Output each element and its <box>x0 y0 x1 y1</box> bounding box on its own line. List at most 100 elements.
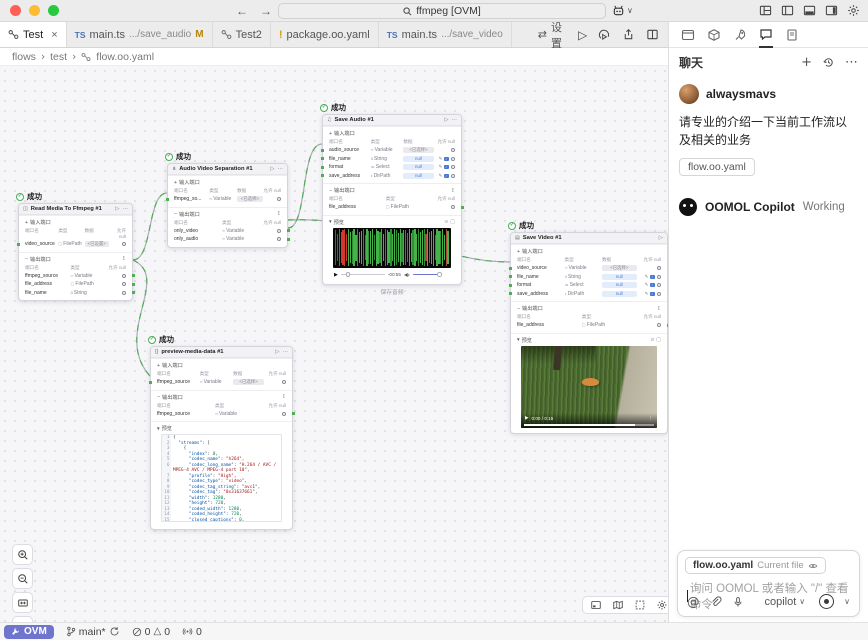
port-actions[interactable] <box>434 148 455 152</box>
edit-icon[interactable]: ✎ <box>439 164 443 170</box>
forward-icon[interactable]: → <box>260 4 272 18</box>
nullable-checkbox[interactable]: ✓ <box>444 165 448 169</box>
toggle-sidebar-icon[interactable] <box>781 4 794 17</box>
port-dot[interactable] <box>132 291 135 294</box>
edit-icon[interactable]: ✎ <box>645 282 649 288</box>
map-icon[interactable] <box>612 599 624 611</box>
problems-indicator[interactable]: 0 △ 0 <box>132 626 170 638</box>
attachment-chip[interactable]: flow.oo.yaml <box>679 158 755 176</box>
port-settings-icon[interactable] <box>451 165 455 169</box>
port-dot[interactable] <box>321 149 324 152</box>
flow-canvas[interactable]: ✓成功 ◫ Read Media To Ffmpeg #1 ▷⋯ +输入端口 端… <box>0 66 668 622</box>
seek-knob[interactable] <box>346 272 351 277</box>
tab-main-ts-save-audio[interactable]: TS main.ts .../save_audio M <box>67 22 213 47</box>
port-row[interactable]: audio_source∞Variable<已选择> <box>329 146 455 155</box>
expand-icon[interactable]: ▢ <box>656 337 661 343</box>
nullable-checkbox[interactable]: ✓ <box>650 283 654 287</box>
port-settings-icon[interactable] <box>451 148 455 152</box>
node-more-icon[interactable]: ⋯ <box>278 166 284 172</box>
port-row[interactable]: file_nameaStringnull✎✓ <box>329 155 455 164</box>
volume-icon[interactable] <box>404 272 410 278</box>
port-dot[interactable] <box>292 412 295 415</box>
settings-toggle[interactable]: ⇄ 设置 <box>538 22 562 47</box>
port-row[interactable]: ffmpeg_source∞Variable <box>25 272 126 281</box>
edit-icon[interactable]: ✎ <box>645 274 649 280</box>
port-dot[interactable] <box>132 283 135 286</box>
port-dot[interactable] <box>287 238 290 241</box>
port-dot[interactable] <box>509 284 512 287</box>
node-more-icon[interactable]: ⋯ <box>283 349 289 355</box>
split-editor-icon[interactable] <box>646 28 659 41</box>
port-dot[interactable] <box>509 275 512 278</box>
node-more-icon[interactable]: ⋯ <box>452 117 458 123</box>
port-dot[interactable] <box>17 243 20 246</box>
port-settings-icon[interactable] <box>657 275 661 279</box>
node-more-icon[interactable]: ⋯ <box>123 206 129 212</box>
node-run-icon[interactable]: ▷ <box>275 349 279 355</box>
git-branch[interactable]: main* <box>66 626 120 638</box>
volume-knob[interactable] <box>437 272 442 277</box>
chat-panel-icon[interactable] <box>759 22 773 48</box>
port-dot[interactable] <box>132 274 135 277</box>
play-icon[interactable]: ▶ <box>334 272 338 278</box>
fit-view-button[interactable] <box>12 592 33 613</box>
remote-env-badge[interactable]: OVM <box>4 625 54 639</box>
video-controls[interactable]: ▶ 0:00 / 0:15 ⋮ <box>521 413 657 428</box>
eye-icon[interactable] <box>808 561 818 571</box>
port-row[interactable]: ffmpeg_so...∞Variable<已选择> <box>174 195 281 204</box>
json-preview[interactable]: 1{2 "streams": [3 {4 "index": 0,5 "codec… <box>161 434 282 522</box>
port-actions[interactable]: ✎✓ <box>434 156 455 162</box>
video-more-icon[interactable]: ⋮ <box>648 416 653 421</box>
tab-test[interactable]: Test × <box>0 22 67 47</box>
node-header[interactable]: ⋔ Audio Video Separation #1 ▷⋯ <box>168 164 287 175</box>
nullable-checkbox[interactable]: ✓ <box>444 157 448 161</box>
sort-icon[interactable]: ↕ <box>122 256 126 262</box>
port-value[interactable]: null <box>602 282 637 288</box>
selection-icon[interactable] <box>634 599 646 611</box>
port-row[interactable]: video_source∞Variable<已选择> <box>517 264 661 273</box>
collapse-icon[interactable]: ▾ <box>329 219 332 225</box>
oomol-assistant-menu[interactable]: ∨ <box>612 4 633 17</box>
publish-panel-icon[interactable] <box>733 22 747 48</box>
video-preview[interactable]: ▶ 0:00 / 0:15 ⋮ <box>521 346 657 428</box>
port-value[interactable]: <已选择> <box>237 196 263 202</box>
node-audio-video-separation[interactable]: ✓成功 ⋔ Audio Video Separation #1 ▷⋯ +输入端口… <box>167 163 288 248</box>
nullable-checkbox[interactable]: ✓ <box>444 174 448 178</box>
port-actions[interactable]: ✎✓ <box>637 282 662 288</box>
edit-icon[interactable]: ✎ <box>439 156 443 162</box>
port-actions[interactable] <box>252 229 281 233</box>
port-value[interactable]: null <box>403 164 433 170</box>
send-button[interactable] <box>819 594 834 609</box>
port-actions[interactable]: ✎✓ <box>434 173 455 179</box>
port-actions[interactable] <box>621 323 661 327</box>
port-actions[interactable] <box>263 197 281 201</box>
port-row[interactable]: save_address▸DirPathnull✎✓ <box>517 290 661 299</box>
preview-menu-icon[interactable]: ≡ <box>444 219 448 225</box>
nullable-checkbox[interactable]: ✓ <box>650 275 654 279</box>
port-row[interactable]: ffmpeg_source∞Variable <box>157 410 286 419</box>
node-run-icon[interactable]: ▷ <box>444 117 448 123</box>
port-dot[interactable] <box>149 381 152 384</box>
port-actions[interactable]: ✎✓ <box>637 274 662 280</box>
forwarded-ports[interactable]: 0 <box>182 626 202 638</box>
port-value[interactable]: <已选择> <box>233 379 264 385</box>
tab-main-ts-save-video[interactable]: TS main.ts .../save_video <box>379 22 512 47</box>
zoom-out-button[interactable] <box>12 568 33 589</box>
node-preview-media-data[interactable]: ✓成功 {} preview-media-data #1 ▷⋯ +输入端口 端口… <box>150 346 293 530</box>
tab-test2[interactable]: Test2 <box>213 22 271 47</box>
play-icon[interactable]: ▶ <box>525 416 529 421</box>
node-save-audio[interactable]: ✓成功 ♫ Save Audio #1 ▷⋯ +输入端口 端口名类型数据允许 n… <box>322 114 462 285</box>
port-actions[interactable] <box>264 380 286 384</box>
port-row[interactable]: format≔Selectnull✎✓ <box>329 163 455 172</box>
port-settings-icon[interactable] <box>657 323 661 327</box>
port-dot[interactable] <box>321 157 324 160</box>
port-actions[interactable] <box>637 266 662 270</box>
minimap-icon[interactable] <box>590 599 602 611</box>
port-settings-icon[interactable] <box>282 412 286 416</box>
video-progress[interactable] <box>524 424 654 426</box>
port-actions[interactable]: ✎✓ <box>637 291 662 297</box>
port-value[interactable]: <已设置> <box>85 241 109 247</box>
breadcrumb-test[interactable]: test <box>50 51 67 63</box>
settings-gear-icon[interactable] <box>847 4 860 17</box>
breadcrumb-flows[interactable]: flows <box>12 51 36 63</box>
